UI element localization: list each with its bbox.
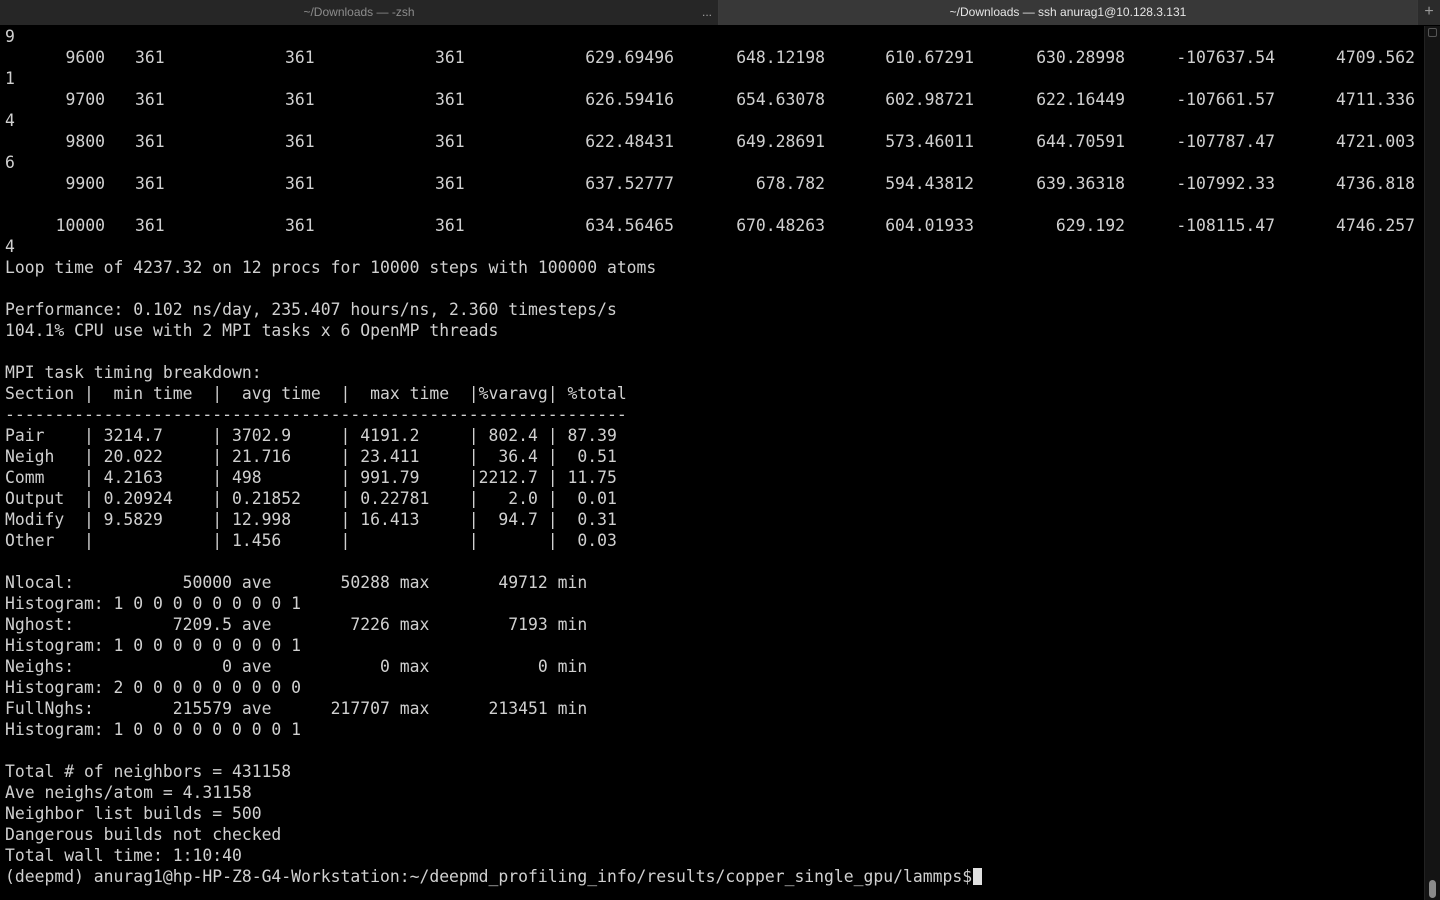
thermo-cell-c3: 361 xyxy=(435,174,465,193)
thermo-cell-c7: 644.70591 xyxy=(1036,132,1125,151)
tab-overflow-ellipsis[interactable]: ... xyxy=(702,0,712,25)
thermo-wrap-fragment: 4 xyxy=(5,111,15,130)
output-line: Nghost: 7209.5 ave 7226 max 7193 min xyxy=(5,615,588,634)
thermo-cell-c3: 361 xyxy=(435,48,465,67)
terminal-output[interactable]: 9 9600 629.69496 648.12198 610.67291 630.2899… xyxy=(0,26,1424,900)
thermo-cell-c8: -107661.57 xyxy=(1176,90,1275,109)
thermo-wrap-fragment: 9 xyxy=(5,27,15,46)
tab-zsh-title: ~/Downloads — -zsh xyxy=(303,5,415,19)
output-line: Pair | 3214.7 | 3702.9 | 4191.2 | 802.4 … xyxy=(5,426,617,445)
output-line: Dangerous builds not checked xyxy=(5,825,282,844)
text-cursor xyxy=(973,868,983,885)
thermo-cell-c7: 622.16449 xyxy=(1036,90,1125,109)
thermo-cell-c4: 637.52777 xyxy=(585,174,674,193)
output-line: Total wall time: 1:10:40 xyxy=(5,846,242,865)
thermo-cell-c1: 361 xyxy=(135,174,165,193)
thermo-cell-c9: 4709.562 xyxy=(1336,48,1415,67)
output-line: Comm | 4.2163 | 498 | 991.79 |2212.7 | 1… xyxy=(5,468,617,487)
thermo-cell-c6: 602.98721 xyxy=(885,90,974,109)
thermo-cell-c2: 361 xyxy=(285,132,315,151)
output-line: 104.1% CPU use with 2 MPI tasks x 6 Open… xyxy=(5,321,499,340)
thermo-cell-c2: 361 xyxy=(285,174,315,193)
output-line: Performance: 0.102 ns/day, 235.407 hours… xyxy=(5,300,617,319)
thermo-cell-c5: 648.12198 xyxy=(736,48,825,67)
thermo-cell-c1: 361 xyxy=(135,132,165,151)
output-line: Neighs: 0 ave 0 max 0 min xyxy=(5,657,588,676)
thermo-cell-c6: 610.67291 xyxy=(885,48,974,67)
thermo-cell-step: 9800 xyxy=(65,132,105,151)
thermo-cell-c9: 4736.818 xyxy=(1336,174,1415,193)
thermo-wrap-fragment: 4 xyxy=(5,237,15,256)
output-line: Histogram: 2 0 0 0 0 0 0 0 0 0 xyxy=(5,678,302,697)
thermo-cell-c5: 670.48263 xyxy=(736,216,825,235)
thermo-cell-c6: 604.01933 xyxy=(885,216,974,235)
new-tab-button[interactable]: + xyxy=(1417,0,1440,25)
thermo-cell-c2: 361 xyxy=(285,216,315,235)
thermo-cell-c7: 629.192 xyxy=(1055,216,1125,235)
thermo-cell-c8: -107637.54 xyxy=(1176,48,1275,67)
output-line: Histogram: 1 0 0 0 0 0 0 0 0 1 xyxy=(5,636,302,655)
tab-zsh[interactable]: ~/Downloads — -zsh ... xyxy=(0,0,719,25)
thermo-cell-c6: 594.43812 xyxy=(885,174,974,193)
thermo-cell-step: 10000 xyxy=(55,216,105,235)
output-line: Histogram: 1 0 0 0 0 0 0 0 0 1 xyxy=(5,594,302,613)
output-line: Other | | 1.456 | | | 0.03 xyxy=(5,531,617,550)
output-line: MPI task timing breakdown: xyxy=(5,363,262,382)
output-line: Histogram: 1 0 0 0 0 0 0 0 0 1 xyxy=(5,720,302,739)
tab-ssh[interactable]: ~/Downloads — ssh anurag1@10.128.3.131 xyxy=(719,0,1417,25)
thermo-cell-c5: 649.28691 xyxy=(736,132,825,151)
thermo-cell-step: 9700 xyxy=(65,90,105,109)
thermo-cell-step: 9600 xyxy=(65,48,105,67)
terminal-window: ~/Downloads — -zsh ... ~/Downloads — ssh… xyxy=(0,0,1440,900)
output-line: Loop time of 4237.32 on 12 procs for 100… xyxy=(5,258,657,277)
thermo-cell-step: 9900 xyxy=(65,174,105,193)
output-line: Total # of neighbors = 431158 xyxy=(5,762,292,781)
output-line: Neighbor list builds = 500 xyxy=(5,804,262,823)
output-line: FullNghs: 215579 ave 217707 max 213451 m… xyxy=(5,699,588,718)
thermo-cell-c3: 361 xyxy=(435,216,465,235)
output-line: Output | 0.20924 | 0.21852 | 0.22781 | 2… xyxy=(5,489,617,508)
thermo-cell-c7: 630.28998 xyxy=(1036,48,1125,67)
thermo-wrap-fragment: 1 xyxy=(5,69,15,88)
thermo-cell-c7: 639.36318 xyxy=(1036,174,1125,193)
thermo-cell-c1: 361 xyxy=(135,48,165,67)
thermo-cell-c1: 361 xyxy=(135,90,165,109)
thermo-cell-c4: 634.56465 xyxy=(585,216,674,235)
thermo-cell-c9: 4746.257 xyxy=(1336,216,1415,235)
thermo-cell-c5: 678.782 xyxy=(755,174,825,193)
output-line: ----------------------------------------… xyxy=(5,405,627,424)
thermo-cell-c8: -108115.47 xyxy=(1176,216,1275,235)
thermo-cell-c2: 361 xyxy=(285,90,315,109)
output-line: Modify | 9.5829 | 12.998 | 16.413 | 94.7… xyxy=(5,510,617,529)
thermo-cell-c3: 361 xyxy=(435,90,465,109)
scrollbar[interactable] xyxy=(1424,26,1440,900)
output-line: Ave neighs/atom = 4.31158 xyxy=(5,783,252,802)
tab-ssh-title: ~/Downloads — ssh anurag1@10.128.3.131 xyxy=(949,5,1187,19)
tab-bar: ~/Downloads — -zsh ... ~/Downloads — ssh… xyxy=(0,0,1440,25)
output-line: Neigh | 20.022 | 21.716 | 23.411 | 36.4 … xyxy=(5,447,617,466)
thermo-cell-c4: 626.59416 xyxy=(585,90,674,109)
shell-prompt[interactable]: (deepmd) anurag1@hp-HP-Z8-G4-Workstation… xyxy=(5,866,983,887)
thermo-wrap-fragment: 6 xyxy=(5,153,15,172)
thermo-cell-c2: 361 xyxy=(285,48,315,67)
scroll-up-icon[interactable] xyxy=(1428,28,1437,37)
scroll-thumb[interactable] xyxy=(1429,880,1436,898)
thermo-cell-c8: -107787.47 xyxy=(1176,132,1275,151)
output-line: Nlocal: 50000 ave 50288 max 49712 min xyxy=(5,573,588,592)
thermo-cell-c1: 361 xyxy=(135,216,165,235)
thermo-cell-c4: 629.69496 xyxy=(585,48,674,67)
thermo-cell-c9: 4711.336 xyxy=(1336,90,1415,109)
thermo-cell-c6: 573.46011 xyxy=(885,132,974,151)
thermo-cell-c5: 654.63078 xyxy=(736,90,825,109)
thermo-cell-c3: 361 xyxy=(435,132,465,151)
prompt-text: (deepmd) anurag1@hp-HP-Z8-G4-Workstation… xyxy=(5,867,973,886)
plus-icon: + xyxy=(1424,3,1434,20)
output-line: Section | min time | avg time | max time… xyxy=(5,384,627,403)
thermo-cell-c4: 622.48431 xyxy=(585,132,674,151)
thermo-cell-c8: -107992.33 xyxy=(1176,174,1275,193)
thermo-cell-c9: 4721.003 xyxy=(1336,132,1415,151)
